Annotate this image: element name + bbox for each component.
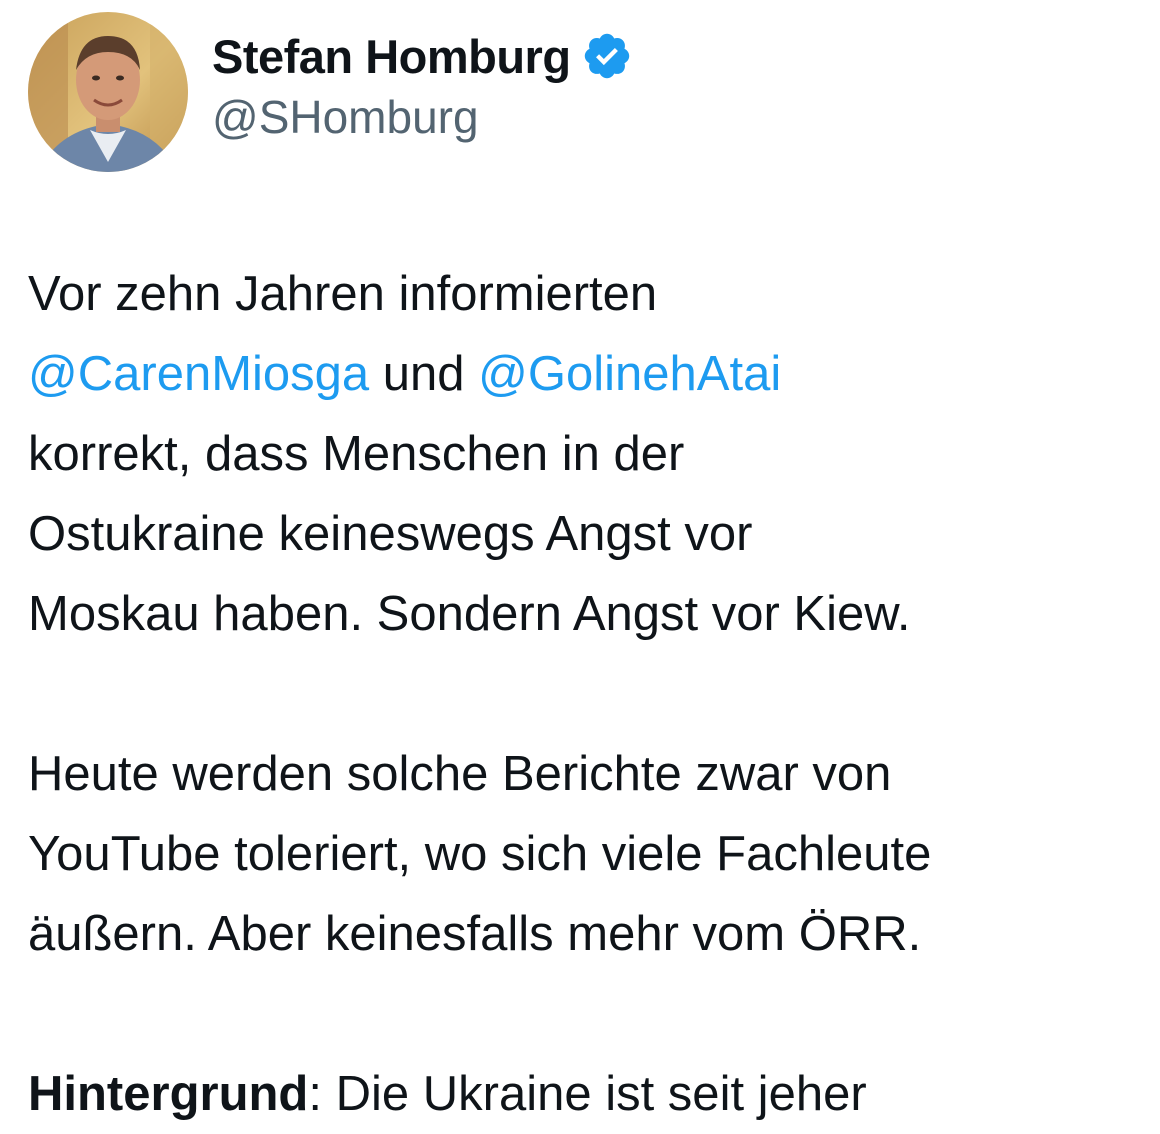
display-name[interactable]: Stefan Homburg	[212, 29, 571, 84]
author-handle[interactable]: @SHomburg	[212, 90, 479, 144]
tweet-text-fragment: : Die Ukraine ist seit jeher	[308, 1067, 867, 1121]
tweet-line: Vor zehn Jahren informierten	[28, 267, 658, 321]
profile-photo-icon	[28, 12, 188, 172]
mention-link[interactable]: @CarenMiosga	[28, 347, 369, 401]
tweet-line: Heute werden solche Berichte zwar von	[28, 747, 892, 801]
tweet-line: Moskau haben. Sondern Angst vor Kiew.	[28, 587, 911, 641]
tweet-line: YouTube toleriert, wo sich viele Fachleu…	[28, 827, 932, 881]
bold-heading: Hintergrund	[28, 1067, 309, 1121]
tweet-line: Ostukraine keineswegs Angst vor	[28, 507, 753, 561]
mention-link[interactable]: @GolinehAtai	[478, 347, 781, 401]
tweet-line: äußern. Aber keinesfalls mehr vom ÖRR.	[28, 907, 922, 961]
tweet-text-fragment: und	[369, 347, 479, 401]
author-name-row[interactable]: Stefan Homburg	[212, 28, 633, 84]
tweet-line: korrekt, dass Menschen in der	[28, 427, 685, 481]
avatar[interactable]	[28, 12, 188, 172]
tweet-text: Vor zehn Jahren informierten @CarenMiosg…	[28, 254, 1153, 1134]
tweet-line: @CarenMiosga und @GolinehAtai	[28, 334, 1153, 414]
tweet-line: Hintergrund: Die Ukraine ist seit jeher	[28, 1054, 1153, 1134]
verified-badge-icon	[584, 33, 629, 79]
